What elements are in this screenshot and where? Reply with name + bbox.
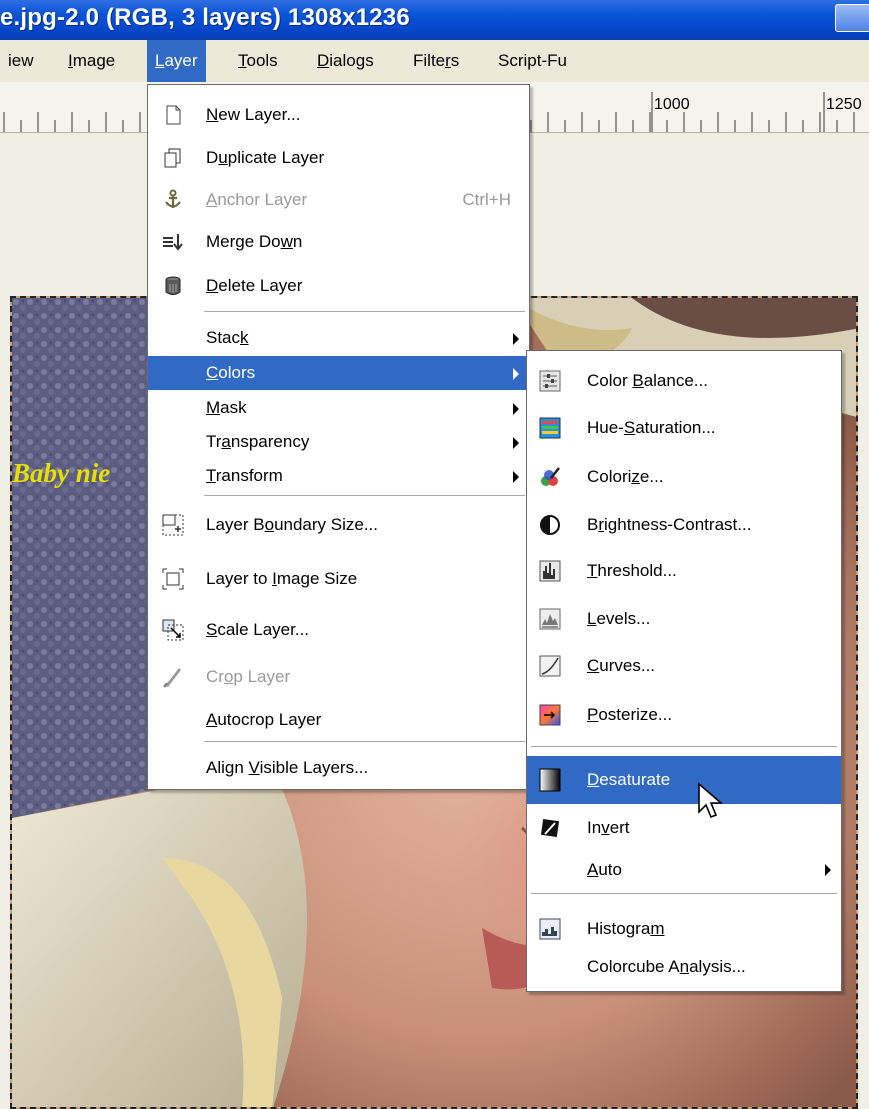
menu-item-desaturate[interactable]: Desaturate bbox=[527, 756, 841, 804]
duplicate-layer-icon bbox=[162, 147, 184, 169]
menu-item-transform[interactable]: Transform bbox=[148, 459, 529, 493]
menu-tools[interactable]: Tools bbox=[230, 40, 286, 82]
submenu-arrow-icon bbox=[513, 437, 519, 449]
layer-boundary-icon bbox=[162, 514, 184, 536]
menu-item-merge-down[interactable]: Merge Down bbox=[148, 224, 529, 260]
posterize-icon bbox=[539, 704, 561, 726]
color-balance-icon bbox=[539, 370, 561, 392]
menu-separator bbox=[204, 495, 525, 497]
layer-menu: New Layer... Duplicate Layer Anchor Laye… bbox=[147, 84, 530, 790]
window-control-button[interactable] bbox=[835, 4, 869, 32]
submenu-arrow-icon bbox=[513, 368, 519, 380]
menu-separator bbox=[204, 741, 525, 743]
menu-separator bbox=[531, 746, 837, 748]
menu-item-layer-to-image-size[interactable]: Layer to Image Size bbox=[148, 561, 529, 597]
menu-item-posterize[interactable]: Posterize... bbox=[527, 697, 841, 733]
desaturate-icon bbox=[539, 768, 561, 792]
layer-to-image-icon bbox=[162, 568, 184, 590]
submenu-arrow-icon bbox=[825, 864, 831, 876]
curves-icon bbox=[539, 655, 561, 677]
menu-item-align-visible-layers[interactable]: Align Visible Layers... bbox=[148, 750, 529, 786]
menu-item-mask[interactable]: Mask bbox=[148, 391, 529, 425]
menu-item-hue-saturation[interactable]: Hue-Saturation... bbox=[527, 410, 841, 446]
menu-dialogs[interactable]: Dialogs bbox=[309, 40, 382, 82]
scale-layer-icon bbox=[162, 619, 184, 641]
menu-item-curves[interactable]: Curves... bbox=[527, 648, 841, 684]
menu-item-transparency[interactable]: Transparency bbox=[148, 425, 529, 459]
menu-item-brightness-contrast[interactable]: Brightness-Contrast... bbox=[527, 507, 841, 543]
menu-item-autocrop-layer[interactable]: Autocrop Layer bbox=[148, 702, 529, 738]
submenu-arrow-icon bbox=[513, 403, 519, 415]
submenu-arrow-icon bbox=[513, 333, 519, 345]
menu-item-levels[interactable]: Levels... bbox=[527, 601, 841, 637]
submenu-arrow-icon bbox=[513, 471, 519, 483]
ruler-label-1000: 1000 bbox=[654, 96, 690, 113]
trash-icon bbox=[162, 275, 184, 297]
histogram-icon bbox=[539, 918, 561, 940]
menu-item-colorcube-analysis[interactable]: Colorcube Analysis... bbox=[527, 949, 841, 985]
colorize-icon bbox=[539, 466, 561, 488]
menu-item-auto[interactable]: Auto bbox=[527, 852, 841, 888]
menu-item-delete-layer[interactable]: Delete Layer bbox=[148, 268, 529, 304]
menu-item-threshold[interactable]: Threshold... bbox=[527, 553, 841, 589]
image-caption-text: Baby nie bbox=[12, 458, 111, 488]
menu-image[interactable]: Image bbox=[60, 40, 123, 82]
menu-item-histogram[interactable]: Histogram bbox=[527, 911, 841, 947]
menu-item-color-balance[interactable]: Color Balance... bbox=[527, 363, 841, 399]
new-layer-icon bbox=[162, 104, 184, 126]
menu-item-crop-layer[interactable]: Crop Layer bbox=[148, 659, 529, 695]
crop-icon bbox=[162, 666, 184, 688]
ruler-label-1250: 1250 bbox=[826, 96, 862, 113]
menu-separator bbox=[531, 893, 837, 895]
menu-bar: iew Image Layer Tools Dialogs Filters Sc… bbox=[0, 40, 869, 82]
menu-item-layer-boundary-size[interactable]: Layer Boundary Size... bbox=[148, 507, 529, 543]
menu-script-fu[interactable]: Script-Fu bbox=[490, 40, 575, 82]
colors-submenu: Color Balance... Hue-Saturation... Color… bbox=[526, 350, 842, 992]
menu-item-colorize[interactable]: Colorize... bbox=[527, 459, 841, 495]
menu-item-colors[interactable]: Colors bbox=[148, 356, 529, 390]
menu-item-anchor-layer[interactable]: Anchor Layer Ctrl+H bbox=[148, 182, 529, 218]
anchor-icon bbox=[162, 189, 184, 211]
menu-item-invert[interactable]: Invert bbox=[527, 810, 841, 846]
shortcut-ctrl-h: Ctrl+H bbox=[462, 190, 511, 209]
menu-item-stack[interactable]: Stack bbox=[148, 321, 529, 355]
merge-down-icon bbox=[162, 231, 184, 253]
menu-view[interactable]: iew bbox=[0, 40, 42, 82]
window-title: e.jpg-2.0 (RGB, 3 layers) 1308x1236 bbox=[0, 4, 410, 31]
menu-item-scale-layer[interactable]: Scale Layer... bbox=[148, 612, 529, 648]
menu-filters[interactable]: Filters bbox=[405, 40, 467, 82]
mouse-cursor-icon bbox=[698, 782, 724, 819]
menu-separator bbox=[204, 311, 525, 313]
levels-icon bbox=[539, 608, 561, 630]
hue-saturation-icon bbox=[539, 417, 561, 439]
invert-icon bbox=[539, 817, 561, 839]
window-title-bar[interactable]: e.jpg-2.0 (RGB, 3 layers) 1308x1236 bbox=[0, 0, 869, 40]
menu-layer[interactable]: Layer bbox=[147, 40, 206, 82]
menu-item-duplicate-layer[interactable]: Duplicate Layer bbox=[148, 140, 529, 176]
threshold-icon bbox=[539, 560, 561, 582]
brightness-contrast-icon bbox=[539, 514, 561, 536]
menu-item-new-layer[interactable]: New Layer... bbox=[148, 97, 529, 133]
